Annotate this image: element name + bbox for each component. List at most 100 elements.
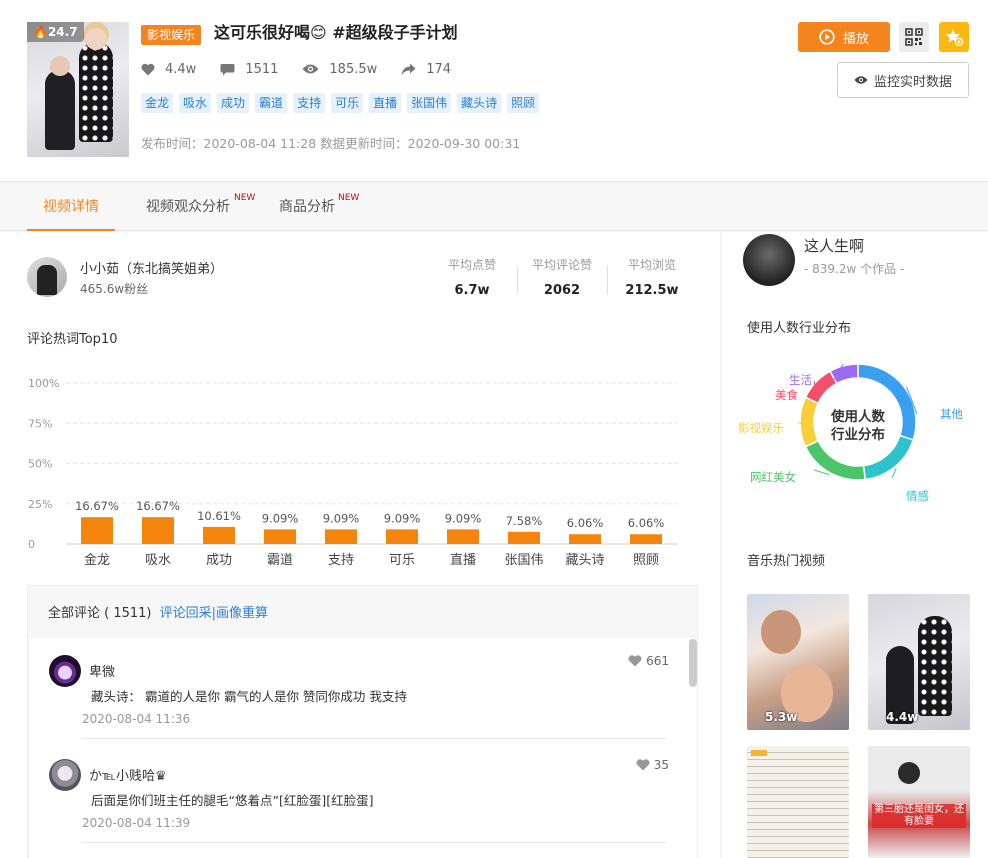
- tag-item[interactable]: 霸道: [255, 93, 288, 113]
- thumb-face: [761, 610, 801, 654]
- donut-segment-label: 其他: [940, 407, 963, 421]
- author-fans: 465.6w粉丝: [80, 282, 149, 296]
- comments-list[interactable]: 卑微 藏头诗： 霸道的人是你 霸气的人是你 赞同你成功 我支持 2020-08-…: [29, 638, 697, 858]
- x-tick-label: 直播: [450, 553, 476, 568]
- music-avatar[interactable]: [743, 234, 795, 286]
- cover-figure-boy: [45, 70, 75, 150]
- comments-scrollbar[interactable]: [689, 639, 697, 687]
- comment-avatar[interactable]: [49, 655, 81, 687]
- comments-header: 全部评论 ( 1511) 评论回采|画像重算: [48, 602, 268, 621]
- likes-value: 4.4w: [165, 61, 197, 77]
- bar-value-label: 7.58%: [506, 514, 543, 528]
- comment-time: 2020-08-04 11:36: [82, 712, 191, 726]
- tag-item[interactable]: 支持: [293, 93, 326, 113]
- tab-product-analysis[interactable]: 商品分析 NEW: [279, 183, 359, 231]
- tab-video-details[interactable]: 视频详情: [27, 183, 115, 231]
- comments-section: 全部评论 ( 1511) 评论回采|画像重算 卑微 藏头诗： 霸道的人是你 霸气…: [27, 585, 698, 858]
- comments-recollect-link[interactable]: 评论回采|画像重算: [160, 606, 268, 621]
- tag-item[interactable]: 可乐: [331, 93, 364, 113]
- bar: [508, 531, 540, 544]
- comment-like[interactable]: 661: [628, 654, 669, 668]
- play-button[interactable]: 播放: [798, 22, 890, 52]
- comment-divider: [82, 842, 666, 843]
- hot-video-thumb[interactable]: 第三胎还是闺女，还有脸要: [868, 746, 970, 858]
- x-tick-label: 照顾: [633, 553, 659, 568]
- bar: [325, 529, 357, 544]
- tag-item[interactable]: 照顾: [507, 93, 540, 113]
- tag-item[interactable]: 吸水: [179, 93, 212, 113]
- cover-head-boy: [50, 56, 70, 76]
- views-stat: 185.5w: [302, 62, 377, 77]
- publish-time: 发布时间：2020-08-04 11:28 数据更新时间：2020-09-30 …: [141, 136, 521, 151]
- star-add-icon: [945, 29, 963, 46]
- comment-like-count: 35: [653, 758, 669, 772]
- comment-like[interactable]: 35: [636, 758, 669, 772]
- sidebar: 这人生啊 - 839.2w 个作品 - 使用人数行业分布 其他 情感 网红美女 影视娱…: [722, 232, 988, 858]
- author-avatar[interactable]: [27, 257, 67, 297]
- hot-video-thumb[interactable]: [747, 746, 849, 858]
- video-header: 🔥24.7 影视娱乐 这可乐很好喝😊 #超级段子手计划 4.4w 1511 18…: [0, 0, 988, 182]
- y-tick-label: 25%: [28, 498, 52, 511]
- bar-value-label: 9.09%: [323, 511, 360, 525]
- comment-author[interactable]: か℡小贱哈♛: [89, 765, 167, 784]
- comment-author[interactable]: 卑微: [89, 661, 115, 680]
- bar: [569, 534, 601, 544]
- comment-item: 卑微 藏头诗： 霸道的人是你 霸气的人是你 赞同你成功 我支持 2020-08-…: [29, 638, 689, 748]
- favorite-button[interactable]: [939, 22, 969, 52]
- x-tick-label: 张国伟: [504, 553, 543, 568]
- avg-comment-likes-metric: 平均评论赞 2062: [527, 256, 597, 298]
- tag-item[interactable]: 成功: [217, 93, 250, 113]
- hot-words-bar-chart: 0 25% 50% 75% 100% 16.67% 金龙 16.67% 吸水 10.61% 成功 9.…: [28, 377, 678, 568]
- thumb-head: [898, 762, 920, 784]
- tag-item[interactable]: 直播: [369, 93, 402, 113]
- comment-text: 后面是你们班主任的腿毛“悠着点”[红脸蛋][红脸蛋]: [91, 793, 374, 808]
- industry-donut-chart: 其他情感 网红美女 影视娱乐 美食生活使用人数行业分布: [738, 363, 963, 503]
- author-name[interactable]: 小小茹（东北搞笑姐弟）: [80, 258, 223, 277]
- avatar-figure: [37, 265, 57, 295]
- new-badge: NEW: [338, 193, 360, 203]
- heart-icon: [628, 655, 642, 667]
- avg-views-metric: 平均浏览 212.5w: [621, 256, 683, 298]
- thumb-figure: [918, 616, 952, 716]
- tab-audience-analysis[interactable]: 视频观众分析 NEW: [146, 183, 255, 231]
- comment-avatar[interactable]: [49, 759, 81, 791]
- tag-list: 金龙 吸水 成功 霸道 支持 可乐 直播 张国伟 藏头诗 照顾: [141, 93, 545, 113]
- y-tick-label: 100%: [28, 377, 59, 390]
- bar: [81, 517, 113, 544]
- new-badge: NEW: [234, 193, 256, 203]
- category-tag[interactable]: 影视娱乐: [141, 25, 202, 45]
- bar: [264, 529, 296, 544]
- music-works-count: - 839.2w 个作品 -: [804, 262, 905, 276]
- hot-video-thumb[interactable]: 4.4w: [868, 594, 970, 730]
- tag-item[interactable]: 金龙: [141, 93, 174, 113]
- x-tick-label: 吸水: [145, 553, 171, 568]
- monitor-realtime-button[interactable]: 监控实时数据: [837, 62, 969, 98]
- video-cover[interactable]: 🔥24.7: [27, 22, 129, 157]
- comment-like-count: 661: [646, 654, 669, 668]
- bar-value-label: 10.61%: [197, 509, 241, 523]
- video-title: 这可乐很好喝😊 #超级段子手计划: [214, 23, 458, 42]
- play-label: 播放: [842, 31, 869, 47]
- x-tick-label: 成功: [206, 553, 232, 568]
- bar-value-label: 16.67%: [75, 499, 119, 513]
- video-stats: 4.4w 1511 185.5w 174: [141, 59, 475, 79]
- comments-stat: 1511: [220, 62, 278, 77]
- tag-item[interactable]: 藏头诗: [457, 93, 502, 113]
- eye-icon: [854, 76, 868, 84]
- donut-segment-label: 网红美女: [750, 470, 796, 484]
- music-title[interactable]: 这人生啊: [804, 235, 864, 256]
- hot-video-count: 5.3w: [765, 710, 798, 724]
- tab-label: 视频观众分析: [146, 199, 230, 215]
- tag-item[interactable]: 张国伟: [407, 93, 452, 113]
- hot-video-thumb[interactable]: 5.3w: [747, 594, 849, 730]
- bar-value-label: 6.06%: [628, 516, 665, 530]
- donut-center-label: 使用人数: [830, 408, 885, 425]
- bar: [142, 517, 174, 544]
- metric-divider: [607, 266, 608, 294]
- bar-value-label: 9.09%: [262, 511, 299, 525]
- metric-value: 2062: [543, 283, 581, 298]
- views-value: 185.5w: [329, 61, 378, 77]
- qr-code-button[interactable]: [899, 22, 929, 52]
- share-icon: [401, 63, 416, 75]
- y-tick-label: 75%: [28, 417, 52, 430]
